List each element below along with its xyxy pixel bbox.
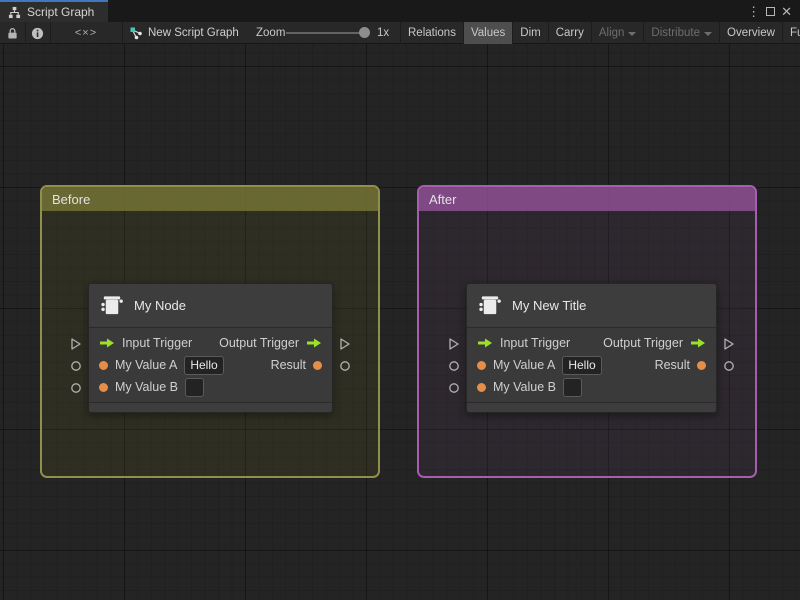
group-title: Before [52,191,91,207]
value-b-row: My Value B [89,376,332,398]
info-icon [31,27,44,40]
value-a-port-icon[interactable] [477,360,486,370]
value-a-label: My Value A [493,358,556,372]
close-icon[interactable]: ✕ [781,5,792,18]
group-after-header[interactable]: After [419,187,755,211]
window-controls: ⋮ ✕ [747,0,800,22]
output-trigger-label: Output Trigger [219,336,299,350]
graph-toolbar: <×> New Script Graph Zoom 1x Relations V… [0,22,800,44]
value-b-label: My Value B [115,380,178,394]
node-body: Input Trigger Output Trigger My Value A … [467,328,716,402]
external-flow-in-port[interactable] [70,338,82,350]
output-trigger-label: Output Trigger [603,336,683,350]
toolbar-button-cluster: Relations Values Dim Carry Align Distrib… [400,22,800,44]
flow-out-port-icon[interactable] [690,337,706,349]
script-graph-icon [8,6,21,19]
graph-name-label[interactable]: New Script Graph [148,22,239,44]
zoom-slider-handle[interactable] [359,27,370,38]
value-b-input[interactable] [185,377,204,397]
node-header[interactable]: My Node [89,284,332,328]
group-title: After [429,191,457,207]
node-header[interactable]: My New Title [467,284,716,328]
graph-canvas[interactable]: Before After My Node Input Trigger Outpu… [0,44,800,600]
value-b-port-icon[interactable] [477,382,486,392]
zoom-slider[interactable] [286,32,370,34]
input-trigger-label: Input Trigger [122,336,193,350]
flow-out-port-icon[interactable] [306,337,322,349]
zoom-label: Zoom [256,27,286,39]
info-button[interactable] [25,22,50,44]
trigger-row: Input Trigger Output Trigger [467,332,716,354]
node-body: Input Trigger Output Trigger My Value A … [89,328,332,402]
value-a-row: My Value A Hello Result [89,354,332,376]
node-title: My Node [134,298,187,313]
value-b-label: My Value B [493,380,556,394]
value-b-port-icon[interactable] [99,382,108,392]
node-footer [467,402,716,412]
value-b-row: My Value B [467,376,716,398]
trigger-row: Input Trigger Output Trigger [89,332,332,354]
value-a-input[interactable]: Hello [184,355,224,375]
result-label: Result [270,358,306,372]
code-view-button[interactable]: <×> [50,22,122,44]
unit-icon [477,293,503,319]
node-title: My New Title [512,298,587,313]
graph-asset-icon [128,22,144,44]
external-value-a-port[interactable] [448,360,460,372]
external-flow-in-port[interactable] [448,338,460,350]
result-port-icon[interactable] [697,360,706,370]
fullscreen-button[interactable]: Full Scr [781,22,800,44]
values-button[interactable]: Values [462,22,513,44]
external-result-port[interactable] [723,360,735,372]
group-before-header[interactable]: Before [42,187,378,211]
node-my-new-title[interactable]: My New Title Input Trigger Output Trigge… [449,283,734,413]
zoom-value: 1x [377,27,390,39]
node-footer [89,402,332,412]
tab-bar: Script Graph ⋮ ✕ [0,0,800,22]
align-button[interactable]: Align [590,22,644,44]
lock-button[interactable] [0,22,25,44]
window-menu-icon[interactable]: ⋮ [747,5,760,18]
unit-icon [99,293,125,319]
external-value-b-port[interactable] [70,382,82,394]
external-value-a-port[interactable] [70,360,82,372]
maximize-icon[interactable] [766,6,776,16]
distribute-button[interactable]: Distribute [643,22,719,44]
carry-button[interactable]: Carry [547,22,591,44]
relations-button[interactable]: Relations [400,22,463,44]
chevron-down-icon [628,32,637,36]
dim-button[interactable]: Dim [512,22,547,44]
overview-button[interactable]: Overview [719,22,782,44]
value-a-input[interactable]: Hello [562,355,602,375]
result-label: Result [654,358,690,372]
external-result-port[interactable] [339,360,351,372]
node-my-node[interactable]: My Node Input Trigger Output Trigger My … [71,283,350,413]
code-icon: <×> [74,27,98,39]
toolbar-separator [122,22,123,44]
lock-icon [7,27,18,40]
external-flow-out-port[interactable] [723,338,735,350]
chevron-down-icon [704,32,712,36]
external-flow-out-port[interactable] [339,338,351,350]
value-a-label: My Value A [115,358,178,372]
value-a-row: My Value A Hello Result [467,354,716,376]
script-graph-window: Script Graph ⋮ ✕ <×> New Script Graph Zo… [0,0,800,600]
flow-in-port-icon[interactable] [477,337,493,349]
tab-script-graph[interactable]: Script Graph [0,0,109,22]
value-b-input[interactable] [563,377,582,397]
external-value-b-port[interactable] [448,382,460,394]
tab-title: Script Graph [27,5,95,19]
result-port-icon[interactable] [313,360,322,370]
flow-in-port-icon[interactable] [99,337,115,349]
value-a-port-icon[interactable] [99,360,108,370]
input-trigger-label: Input Trigger [500,336,571,350]
